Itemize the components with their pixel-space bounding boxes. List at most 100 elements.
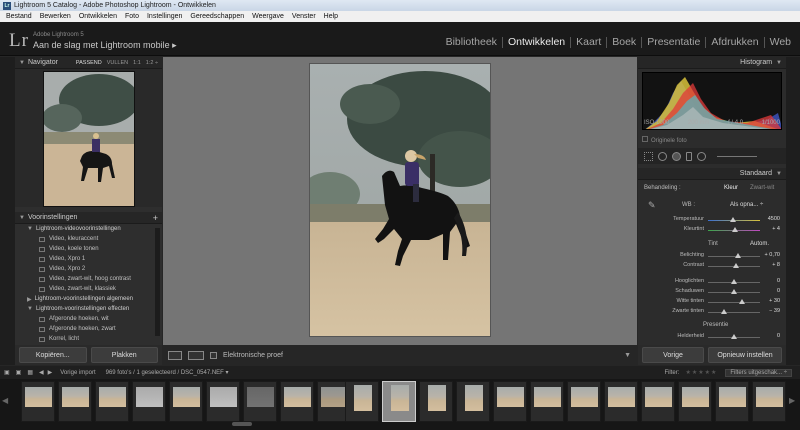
- screen-2-icon[interactable]: ▣: [16, 369, 22, 376]
- navigator-preview[interactable]: [43, 71, 135, 207]
- filmstrip-source[interactable]: Vorige import: [60, 370, 95, 376]
- forward-arrow-icon[interactable]: ▶: [48, 369, 53, 376]
- preset-item[interactable]: Video, Xpro 2: [15, 264, 162, 274]
- filmstrip-thumbnail[interactable]: [21, 381, 55, 422]
- slider-knob[interactable]: [738, 299, 745, 304]
- treatment-bw[interactable]: Zwart-wit: [750, 185, 774, 191]
- module-kaart[interactable]: Kaart: [570, 37, 606, 48]
- navigator-header[interactable]: ▼ Navigator PASSEND VULLEN 1:1 1:2 ÷: [15, 57, 162, 69]
- filmstrip-thumbnail[interactable]: [641, 381, 675, 422]
- filmstrip-thumbnail[interactable]: [567, 381, 601, 422]
- filmstrip-right-icon[interactable]: ▶: [789, 396, 795, 405]
- slider-knob[interactable]: [732, 227, 739, 232]
- adjustment-brush-icon[interactable]: [717, 155, 757, 157]
- preset-item[interactable]: Video, kleuraccent: [15, 234, 162, 244]
- presets-header[interactable]: ▼ Voorinstellingen +: [15, 212, 162, 224]
- filmstrip-thumbnail[interactable]: [456, 381, 490, 422]
- slider-knob[interactable]: [731, 279, 737, 284]
- presets-scrollbar[interactable]: [155, 228, 160, 336]
- radial-filter-icon[interactable]: [697, 151, 706, 161]
- filmstrip-thumbnail-selected[interactable]: [382, 381, 416, 422]
- slider-whites[interactable]: Witte tinten + 30: [642, 298, 782, 307]
- filmstrip-thumbnail[interactable]: [530, 381, 564, 422]
- menu-gereedschappen[interactable]: Gereedschappen: [186, 13, 248, 20]
- preset-folder[interactable]: ▶ Lightroom-voorinstellingen algemeen: [15, 294, 162, 304]
- filmstrip-thumbnail[interactable]: [345, 381, 379, 422]
- filmstrip-scroll-handle[interactable]: [232, 422, 252, 426]
- menu-help[interactable]: Help: [320, 13, 342, 20]
- crop-overlay-icon[interactable]: [644, 151, 653, 161]
- preset-folder[interactable]: ▼ Lightroom-voorinstellingen effecten: [15, 304, 162, 314]
- slider-exposure[interactable]: Belichting + 0,70: [642, 252, 782, 261]
- menu-ontwikkelen[interactable]: Ontwikkelen: [75, 13, 121, 20]
- filmstrip-thumbnail[interactable]: [493, 381, 527, 422]
- filmstrip-thumbnail[interactable]: [169, 381, 203, 422]
- back-arrow-icon[interactable]: ◀: [39, 369, 44, 376]
- basic-header[interactable]: Standaard ▼: [638, 168, 786, 180]
- zoom-1-1[interactable]: 1:1: [133, 60, 141, 66]
- slider-temperature[interactable]: Temperatuur 4500: [642, 216, 782, 225]
- original-photo-toggle[interactable]: Originele foto: [642, 136, 687, 144]
- slider-knob[interactable]: [732, 263, 739, 268]
- preset-item[interactable]: Video, Xpro 1: [15, 254, 162, 264]
- filmstrip-thumbnail[interactable]: [419, 381, 453, 422]
- zoom-fit[interactable]: PASSEND: [76, 60, 102, 66]
- slider-blacks[interactable]: Zwarte tinten − 39: [642, 308, 782, 317]
- preset-item[interactable]: Video, zwart-wit, hoog contrast: [15, 274, 162, 284]
- preset-folder[interactable]: ▼ Lightroom-videovoorinstellingen: [15, 224, 162, 234]
- zoom-1-2[interactable]: 1:2 ÷: [146, 60, 158, 66]
- treatment-color[interactable]: Kleur: [724, 185, 738, 191]
- original-photo-checkbox[interactable]: [642, 136, 648, 142]
- red-eye-icon[interactable]: [672, 151, 681, 161]
- screen-1-icon[interactable]: ▣: [4, 369, 10, 376]
- module-ontwikkelen[interactable]: Ontwikkelen: [501, 37, 570, 48]
- preset-item[interactable]: Korrel, licht: [15, 334, 162, 344]
- reset-button[interactable]: Opnieuw instellen: [708, 347, 782, 363]
- slider-clarity[interactable]: Helderheid 0: [642, 333, 782, 342]
- add-preset-icon[interactable]: +: [153, 213, 158, 223]
- preset-item[interactable]: Video, koele tonen: [15, 244, 162, 254]
- module-bibliotheek[interactable]: Bibliotheek: [441, 37, 502, 48]
- filmstrip-thumbnail[interactable]: [604, 381, 638, 422]
- slider-knob[interactable]: [735, 253, 742, 258]
- graduated-filter-icon[interactable]: [686, 151, 692, 161]
- slider-tint[interactable]: Kleurtint + 4: [642, 226, 782, 235]
- menu-venster[interactable]: Venster: [288, 13, 320, 20]
- module-web[interactable]: Web: [763, 37, 796, 48]
- filmstrip-thumbnail[interactable]: [678, 381, 712, 422]
- slider-contrast[interactable]: Contrast + 8: [642, 262, 782, 271]
- filmstrip-left-icon[interactable]: ◀: [2, 396, 8, 405]
- slider-knob[interactable]: [720, 309, 727, 314]
- preset-item[interactable]: Afgeronde hoeken, zwart: [15, 324, 162, 334]
- menu-weergave[interactable]: Weergave: [248, 13, 288, 20]
- filmstrip-count[interactable]: 969 foto's / 1 geselecteerd / DSC_0547.N…: [106, 369, 229, 376]
- module-presentatie[interactable]: Presentatie: [641, 37, 705, 48]
- loupe-view-icon[interactable]: [168, 350, 182, 360]
- preset-item[interactable]: Video, zwart-wit, klassiek: [15, 284, 162, 294]
- module-boek[interactable]: Boek: [606, 37, 641, 48]
- spot-removal-icon[interactable]: [658, 151, 667, 161]
- main-photo[interactable]: [309, 63, 491, 337]
- menu-bestand[interactable]: Bestand: [2, 13, 36, 20]
- right-panel-toggle-strip[interactable]: [786, 57, 800, 365]
- before-after-icon[interactable]: [188, 350, 204, 360]
- slider-shadows[interactable]: Schaduwen 0: [642, 288, 782, 297]
- slider-knob[interactable]: [729, 217, 736, 222]
- filmstrip-thumbnail[interactable]: [752, 381, 786, 422]
- left-panel-toggle-strip[interactable]: [0, 57, 15, 365]
- filmstrip-thumbnail[interactable]: [95, 381, 129, 422]
- histogram-header[interactable]: Histogram ▼: [638, 57, 786, 69]
- filter-select[interactable]: Filters uitgeschak... ÷: [725, 368, 792, 377]
- mobile-link[interactable]: Aan de slag met Lightroom mobile ▸: [33, 40, 177, 51]
- eyedropper-icon[interactable]: ✎: [648, 200, 658, 212]
- filmstrip-thumbnail[interactable]: [206, 381, 240, 422]
- filmstrip-thumbnail[interactable]: [715, 381, 749, 422]
- module-afdrukken[interactable]: Afdrukken: [705, 37, 763, 48]
- menu-foto[interactable]: Foto: [121, 13, 143, 20]
- preset-item[interactable]: Afgeronde hoeken, wit: [15, 314, 162, 324]
- zoom-fill[interactable]: VULLEN: [107, 60, 128, 66]
- soft-proof-checkbox[interactable]: [210, 351, 217, 359]
- filmstrip-thumbnail[interactable]: [280, 381, 314, 422]
- slider-knob[interactable]: [731, 334, 737, 339]
- filmstrip-thumbnail[interactable]: [132, 381, 166, 422]
